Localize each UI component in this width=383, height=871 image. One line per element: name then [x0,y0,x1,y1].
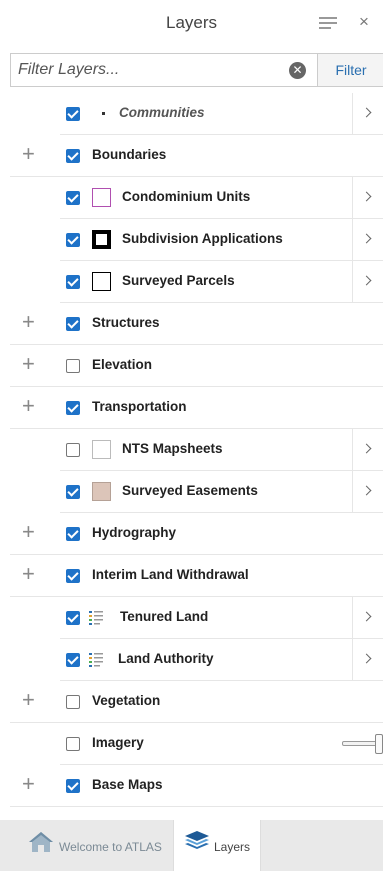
polygon-symbol-icon [92,230,111,249]
layer-label-communities: Communities [119,105,205,120]
layer-row-base-maps: + Base Maps [0,765,383,807]
layer-row-elevation: + Elevation [0,345,383,387]
layer-checkbox-condominium-units[interactable] [66,191,80,205]
legend-list-icon [89,653,103,667]
layer-checkbox-elevation[interactable] [66,359,80,373]
close-button[interactable]: × [359,12,369,32]
layer-row-condominium-units: Condominium Units [0,177,383,219]
layer-checkbox-tenured-land[interactable] [66,611,80,625]
chevron-right-icon[interactable] [352,261,383,302]
clear-filter-icon[interactable]: ✕ [289,62,306,79]
bottom-tab-bar: Welcome to ATLAS Layers [0,820,383,871]
layer-row-vegetation: + Vegetation [0,681,383,723]
expand-plus-icon[interactable]: + [22,521,40,543]
layer-label-elevation: Elevation [92,357,153,372]
panel-header: Layers × [0,0,383,48]
layer-checkbox-communities[interactable] [66,107,80,121]
tab-welcome-label: Welcome to ATLAS [59,840,162,854]
polygon-symbol-icon [92,272,111,291]
layer-label-nts-mapsheets: NTS Mapsheets [122,441,223,456]
chevron-right-icon[interactable] [352,429,383,470]
layer-label-surveyed-easements: Surveyed Easements [122,483,258,498]
layers-stack-icon [185,831,209,849]
polygon-symbol-icon [92,440,111,459]
filter-bar: ✕ Filter [10,53,383,87]
house-icon [29,832,53,852]
layer-row-surveyed-parcels: Surveyed Parcels [0,261,383,303]
layer-label-surveyed-parcels: Surveyed Parcels [122,273,235,288]
menu-icon[interactable] [319,17,337,31]
polygon-symbol-icon [92,482,111,501]
layer-label-tenured-land: Tenured Land [120,609,209,624]
chevron-right-icon[interactable] [352,93,383,134]
layer-checkbox-surveyed-easements[interactable] [66,485,80,499]
layer-label-subdivision-applications: Subdivision Applications [122,231,283,246]
layer-checkbox-imagery[interactable] [66,737,80,751]
layer-row-imagery: Imagery [0,723,383,765]
filter-button[interactable]: Filter [317,54,383,86]
layer-label-land-authority: Land Authority [118,651,214,666]
layer-checkbox-boundaries[interactable] [66,149,80,163]
layer-row-surveyed-easements: Surveyed Easements [0,471,383,513]
expand-plus-icon[interactable]: + [22,689,40,711]
layer-checkbox-hydrography[interactable] [66,527,80,541]
chevron-right-icon[interactable] [352,639,383,680]
chevron-right-icon[interactable] [352,219,383,260]
chevron-right-icon[interactable] [352,177,383,218]
filter-layers-input[interactable] [11,54,306,86]
layer-checkbox-subdivision-applications[interactable] [66,233,80,247]
slider-thumb[interactable] [375,734,383,754]
layer-row-structures: + Structures [0,303,383,345]
expand-plus-icon[interactable]: + [22,563,40,585]
layer-row-boundaries: + Boundaries [0,135,383,177]
layer-label-vegetation: Vegetation [92,693,161,708]
layer-row-land-authority: Land Authority [0,639,383,681]
tab-layers-label: Layers [214,840,251,854]
layer-checkbox-transportation[interactable] [66,401,80,415]
point-symbol-icon [102,112,105,115]
expand-plus-icon[interactable]: + [22,311,40,333]
layer-row-interim-land-withdrawal: + Interim Land Withdrawal [0,555,383,597]
expand-plus-icon[interactable]: + [22,773,40,795]
layer-row-nts-mapsheets: NTS Mapsheets [0,429,383,471]
layer-label-transportation: Transportation [92,399,187,414]
layer-label-base-maps: Base Maps [92,777,163,792]
tab-welcome[interactable]: Welcome to ATLAS [17,820,172,871]
tab-layers[interactable]: Layers [173,820,261,871]
layer-checkbox-surveyed-parcels[interactable] [66,275,80,289]
layer-label-interim-land-withdrawal: Interim Land Withdrawal [92,567,249,582]
layer-checkbox-interim-land-withdrawal[interactable] [66,569,80,583]
layer-row-communities: Communities [0,93,383,135]
polygon-symbol-icon [92,188,111,207]
expand-plus-icon[interactable]: + [22,395,40,417]
layer-checkbox-base-maps[interactable] [66,779,80,793]
layer-row-tenured-land: Tenured Land [0,597,383,639]
expand-plus-icon[interactable]: + [22,353,40,375]
layer-label-structures: Structures [92,315,160,330]
layer-checkbox-nts-mapsheets[interactable] [66,443,80,457]
layer-checkbox-structures[interactable] [66,317,80,331]
legend-list-icon [89,611,103,625]
layer-checkbox-vegetation[interactable] [66,695,80,709]
layer-row-transportation: + Transportation [0,387,383,429]
layer-label-imagery: Imagery [92,735,144,750]
layer-checkbox-land-authority[interactable] [66,653,80,667]
layer-row-hydrography: + Hydrography [0,513,383,555]
layer-label-boundaries: Boundaries [92,147,167,162]
expand-plus-icon[interactable]: + [22,143,40,165]
layer-label-condominium-units: Condominium Units [122,189,251,204]
layer-row-subdivision-applications: Subdivision Applications [0,219,383,261]
chevron-right-icon[interactable] [352,471,383,512]
layer-label-hydrography: Hydrography [92,525,177,540]
imagery-opacity-slider[interactable] [342,734,383,754]
chevron-right-icon[interactable] [352,597,383,638]
